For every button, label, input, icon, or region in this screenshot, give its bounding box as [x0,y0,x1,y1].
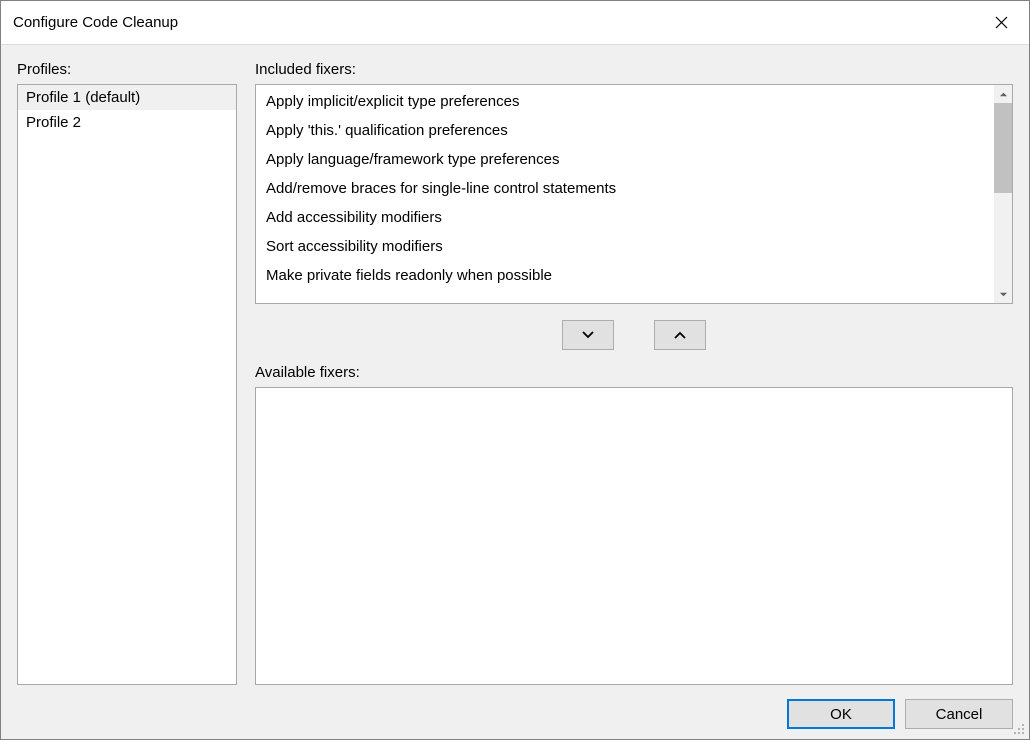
scrollbar-up-button[interactable] [994,85,1012,103]
profiles-label: Profiles: [17,61,237,78]
profile-item[interactable]: Profile 1 (default) [18,85,236,110]
fixer-item[interactable]: Apply language/framework type preference… [256,145,994,174]
included-fixers-list[interactable]: Apply implicit/explicit type preferences… [255,84,1013,304]
fixer-item[interactable]: Apply 'this.' qualification preferences [256,116,994,145]
fixer-list-inner: Apply implicit/explicit type preferences… [256,85,994,303]
profile-item[interactable]: Profile 2 [18,110,236,135]
main-row: Profiles: Profile 1 (default) Profile 2 … [17,61,1013,685]
resize-grip[interactable] [1011,721,1025,735]
dialog-window: Configure Code Cleanup Profiles: Profile… [0,0,1030,740]
window-title: Configure Code Cleanup [13,14,178,31]
move-up-button[interactable] [654,320,706,350]
fixers-column: Included fixers: Apply implicit/explicit… [255,61,1013,685]
fixer-item[interactable]: Add accessibility modifiers [256,203,994,232]
available-fixers-list[interactable] [255,387,1013,685]
move-down-button[interactable] [562,320,614,350]
dialog-footer: OK Cancel [17,685,1013,729]
chevron-down-icon [581,330,595,340]
move-buttons-row [255,304,1013,364]
scrollbar-thumb[interactable] [994,103,1012,193]
fixer-item[interactable]: Apply implicit/explicit type preferences [256,87,994,116]
titlebar: Configure Code Cleanup [1,1,1029,45]
chevron-down-icon [999,290,1008,299]
close-button[interactable] [973,1,1029,45]
cancel-button[interactable]: Cancel [905,699,1013,729]
resize-grip-icon [1011,721,1025,735]
scrollbar-down-button[interactable] [994,285,1012,303]
close-icon [995,16,1008,29]
chevron-up-icon [673,330,687,340]
fixer-item[interactable]: Make private fields readonly when possib… [256,261,994,286]
chevron-up-icon [999,90,1008,99]
included-fixers-label: Included fixers: [255,61,1013,78]
dialog-content: Profiles: Profile 1 (default) Profile 2 … [1,45,1029,739]
scrollbar-track[interactable] [994,103,1012,285]
fixer-item[interactable]: Add/remove braces for single-line contro… [256,174,994,203]
profiles-list[interactable]: Profile 1 (default) Profile 2 [17,84,237,685]
profiles-column: Profiles: Profile 1 (default) Profile 2 [17,61,237,685]
scrollbar[interactable] [994,85,1012,303]
ok-button[interactable]: OK [787,699,895,729]
available-fixers-label: Available fixers: [255,364,1013,381]
fixer-item[interactable]: Sort accessibility modifiers [256,232,994,261]
